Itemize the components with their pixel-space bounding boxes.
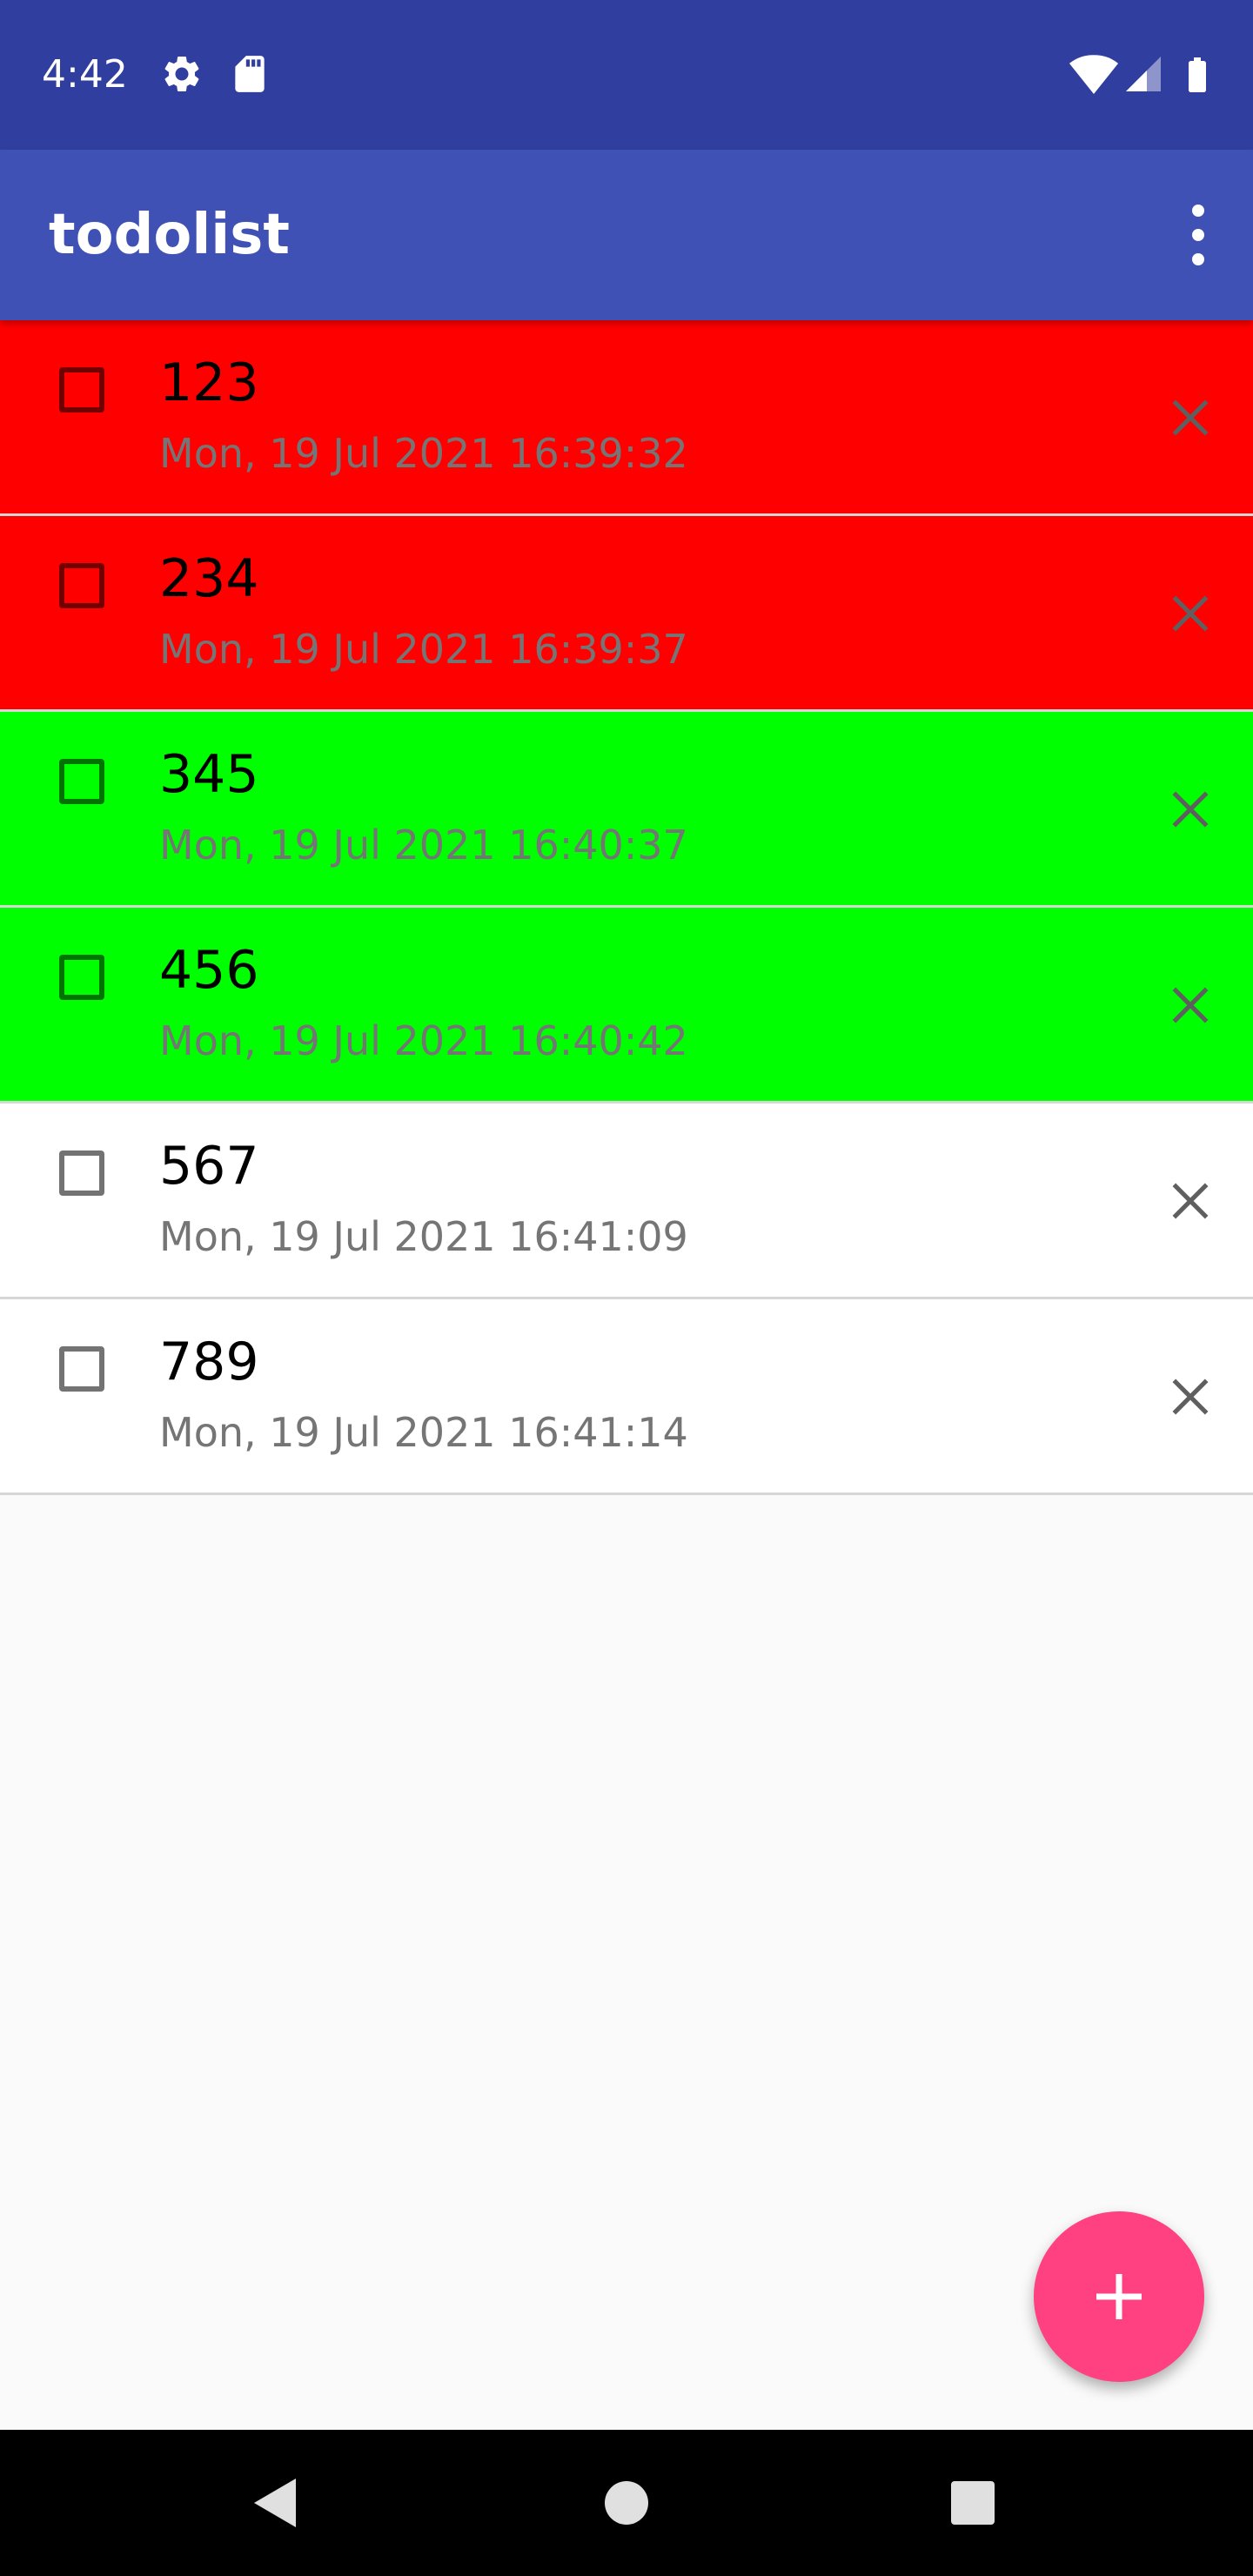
todo-checkbox[interactable] [59,367,104,413]
delete-icon[interactable] [1166,1372,1215,1421]
todo-checkbox[interactable] [59,955,104,1000]
more-vert-icon [1192,205,1204,265]
todo-checkbox[interactable] [59,1346,104,1392]
todo-timestamp: Mon, 19 Jul 2021 16:39:32 [159,430,688,477]
status-time: 4:42 [42,52,128,97]
todo-item[interactable]: 456 Mon, 19 Jul 2021 16:40:42 [0,908,1253,1104]
delete-icon[interactable] [1166,981,1215,1030]
todo-title: 123 [159,352,259,413]
todo-timestamp: Mon, 19 Jul 2021 16:39:37 [159,626,688,673]
todo-item[interactable]: 345 Mon, 19 Jul 2021 16:40:37 [0,712,1253,908]
todo-title: 789 [159,1332,259,1392]
screen: 4:42 todolist 123 Mon, 19 Jul 2021 16:39… [0,0,1253,2576]
app-title: todolist [49,203,290,267]
todo-item[interactable]: 123 Mon, 19 Jul 2021 16:39:32 [0,320,1253,516]
wifi-icon [1069,55,1119,94]
todo-checkbox[interactable] [59,759,104,804]
delete-icon[interactable] [1166,1177,1215,1225]
add-todo-button[interactable] [1034,2211,1204,2382]
todo-timestamp: Mon, 19 Jul 2021 16:41:09 [159,1213,688,1260]
home-icon[interactable] [604,2480,649,2526]
todo-title: 234 [159,548,259,609]
back-icon[interactable] [251,2477,298,2529]
battery-icon [1189,57,1206,92]
recents-icon[interactable] [950,2480,995,2526]
todo-checkbox[interactable] [59,1150,104,1196]
todo-timestamp: Mon, 19 Jul 2021 16:41:14 [159,1409,688,1456]
todo-item[interactable]: 789 Mon, 19 Jul 2021 16:41:14 [0,1299,1253,1495]
todo-checkbox[interactable] [59,563,104,608]
todo-title: 345 [159,744,259,805]
nav-bar [0,2430,1253,2576]
delete-icon[interactable] [1166,393,1215,442]
todo-item[interactable]: 567 Mon, 19 Jul 2021 16:41:09 [0,1104,1253,1299]
todo-timestamp: Mon, 19 Jul 2021 16:40:42 [159,1017,688,1064]
todo-title: 456 [159,940,259,1001]
status-bar: 4:42 [0,0,1253,150]
todo-item[interactable]: 234 Mon, 19 Jul 2021 16:39:37 [0,516,1253,712]
cell-signal-icon [1126,57,1161,91]
todo-timestamp: Mon, 19 Jul 2021 16:40:37 [159,822,688,869]
todo-title: 567 [159,1136,259,1197]
app-bar: todolist [0,150,1253,320]
overflow-menu-button[interactable] [1169,191,1227,278]
plus-icon [1096,2274,1142,2319]
settings-icon [164,56,199,91]
sd-card-icon [235,56,265,92]
delete-icon[interactable] [1166,589,1215,638]
delete-icon[interactable] [1166,785,1215,834]
